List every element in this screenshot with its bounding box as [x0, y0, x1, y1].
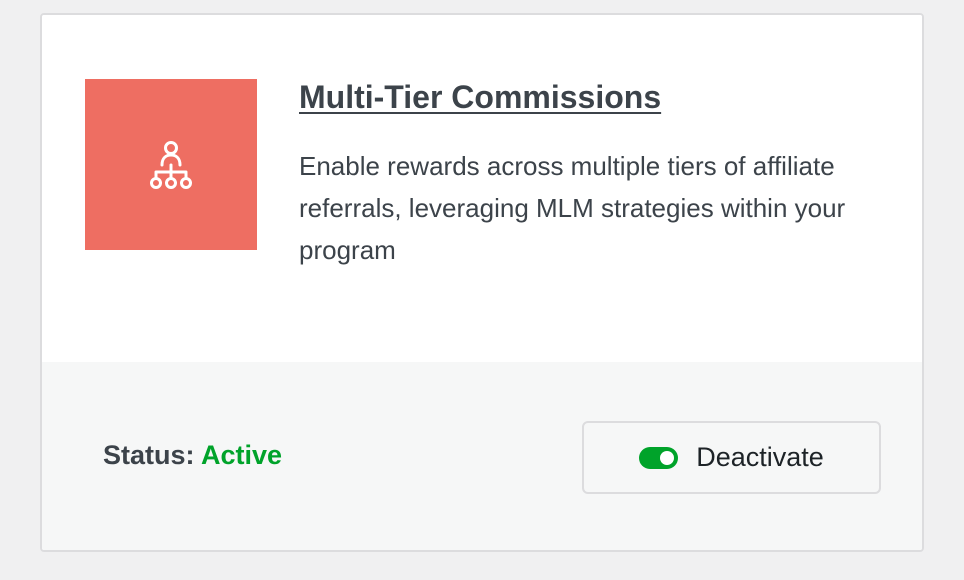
status-text: Status: Active: [103, 440, 282, 471]
hierarchy-icon: [150, 140, 192, 189]
addon-card-footer: Status: Active Deactivate: [42, 362, 922, 550]
toggle-knob: [660, 450, 675, 465]
addon-title-link[interactable]: Multi-Tier Commissions: [299, 79, 661, 116]
addon-card: Multi-Tier Commissions Enable rewards ac…: [40, 13, 924, 552]
addon-description: Enable rewards across multiple tiers of …: [299, 151, 846, 265]
toggle-switch-icon: [639, 446, 679, 469]
deactivate-button[interactable]: Deactivate: [582, 421, 881, 494]
status-value: Active: [201, 440, 283, 470]
addon-thumbnail: [85, 79, 257, 250]
addon-card-body: Multi-Tier Commissions Enable rewards ac…: [42, 15, 922, 362]
deactivate-button-label: Deactivate: [696, 442, 824, 472]
status-label: Status:: [103, 440, 195, 470]
